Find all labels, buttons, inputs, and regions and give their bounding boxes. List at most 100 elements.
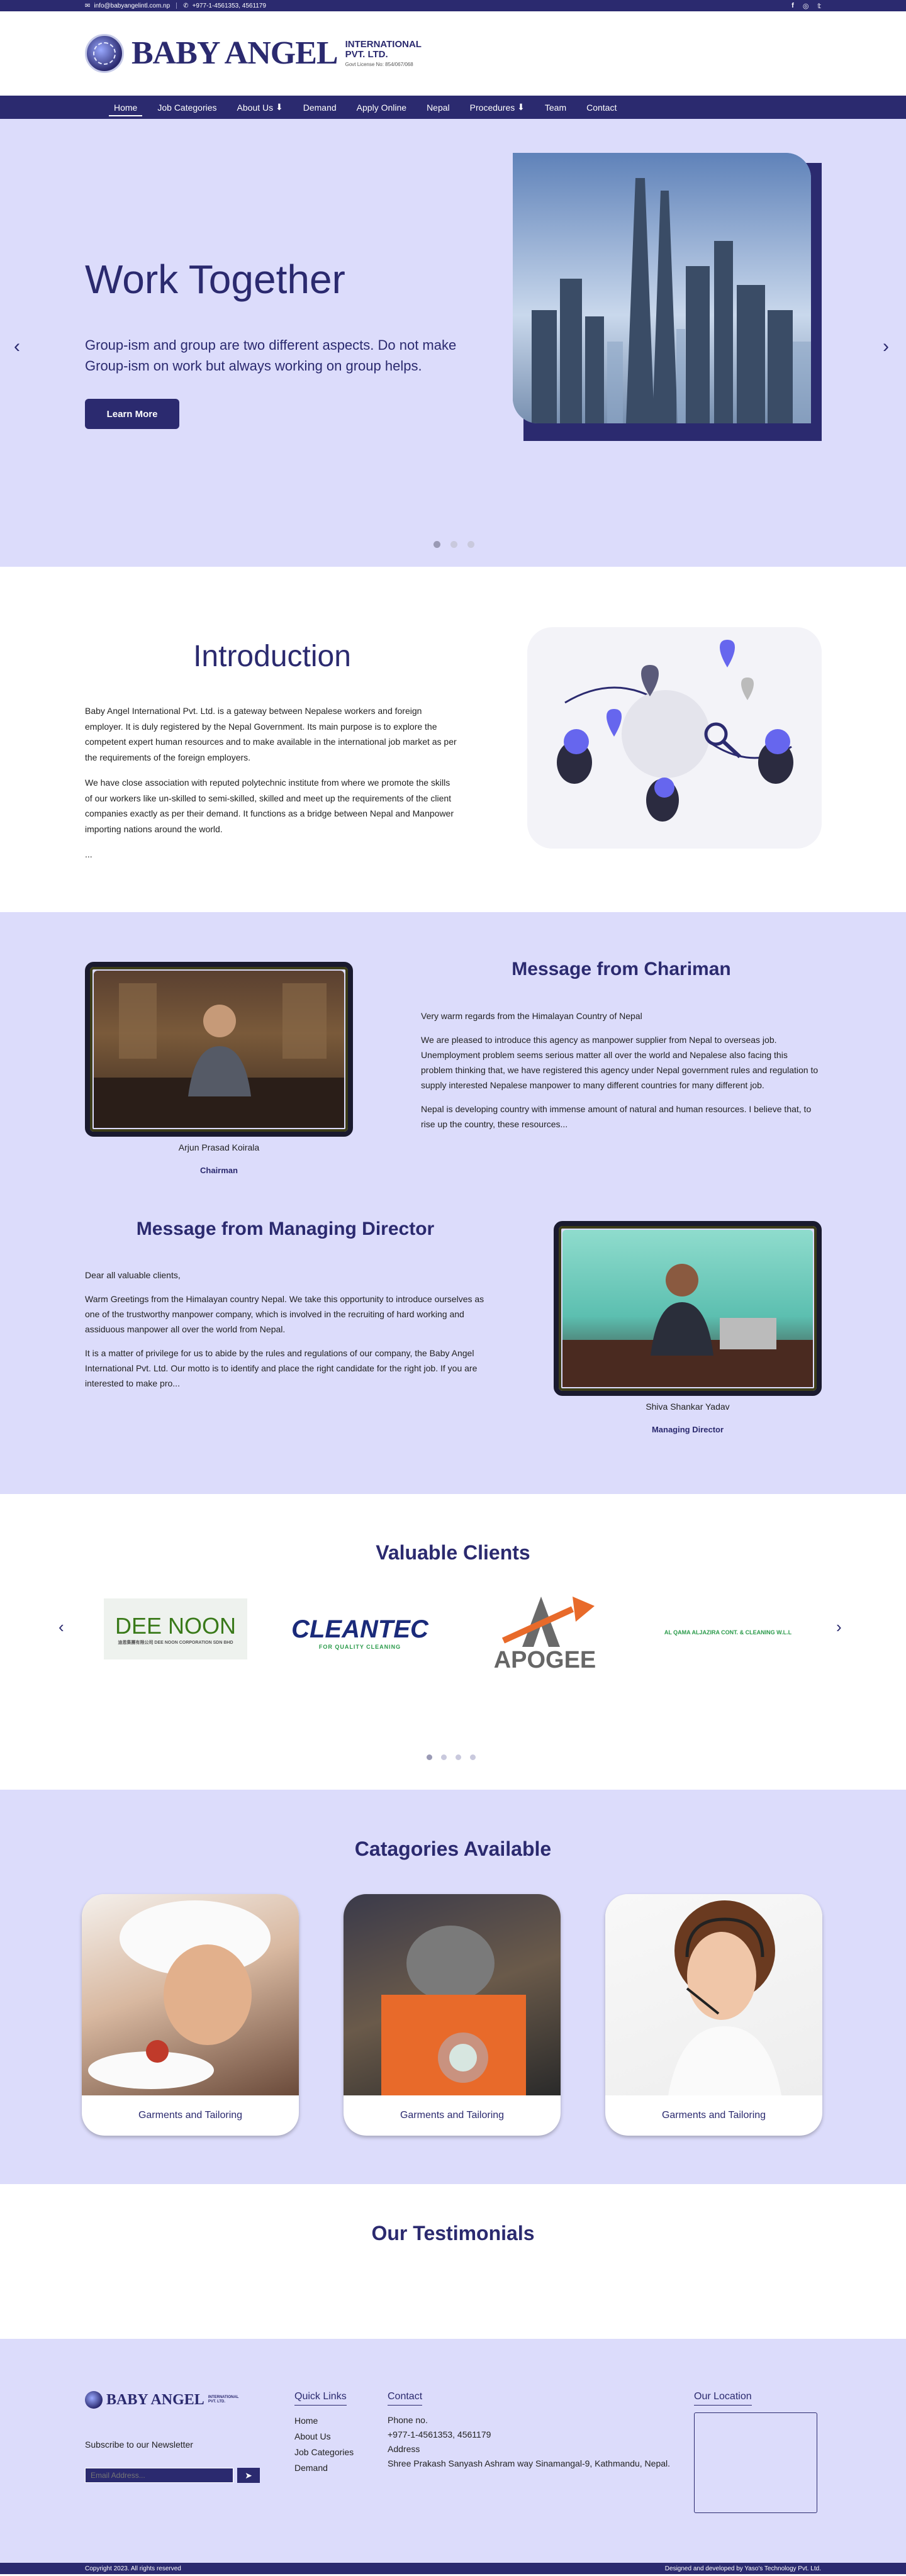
newsletter-email-input[interactable] xyxy=(85,2468,233,2483)
slide-dot[interactable] xyxy=(467,541,474,548)
apogee-arrow-icon xyxy=(501,1596,595,1647)
welder-illustration xyxy=(381,1926,526,2095)
slide-dot[interactable] xyxy=(456,1754,461,1760)
bottom-bar: Copyright 2023. All rights reserved Desi… xyxy=(0,2563,906,2574)
city-skyline-image xyxy=(513,153,811,423)
nav-team[interactable]: Team xyxy=(535,96,576,119)
slide-dot[interactable] xyxy=(441,1754,447,1760)
chairman-name: Arjun Prasad Koirala xyxy=(178,1142,260,1152)
address-label: Address xyxy=(388,2444,420,2454)
skyline-illustration xyxy=(513,153,811,423)
chairman-photo xyxy=(85,962,353,1137)
client-logo-dee-noon[interactable]: DEE NOON 迪恩集團有限公司 DEE NOON CORPORATION S… xyxy=(104,1598,247,1659)
person-silhouette xyxy=(94,983,344,1128)
chairman-paragraph: Nepal is developing country with immense… xyxy=(421,1104,812,1130)
slide-dot[interactable] xyxy=(427,1754,432,1760)
introduction-body: Baby Angel International Pvt. Ltd. is a … xyxy=(85,703,459,873)
brand-name: BABY ANGEL xyxy=(131,35,338,71)
introduction-section: Introduction Baby Angel International Pv… xyxy=(0,567,906,912)
mail-icon: ✉ xyxy=(85,2,91,9)
md-photo-image xyxy=(562,1230,813,1387)
email-text: info@babyangelintl.com.np xyxy=(94,2,171,9)
categories-section: Catagories Available Garments and Tailor… xyxy=(0,1790,906,2184)
client-logo-cleantec[interactable]: CLEANTEC FOR QUALITY CLEANING xyxy=(291,1601,428,1664)
phone-text: +977-1-4561353, 4561179 xyxy=(192,2,266,9)
client-logo-al-qama[interactable]: AL QAMA ALJAZIRA CONT. & CLEANING W.L.L xyxy=(656,1620,800,1645)
slide-dot[interactable] xyxy=(433,541,440,548)
nav-procedures-label: Procedures xyxy=(469,102,515,113)
newsletter-send-button[interactable]: ➤ xyxy=(237,2468,260,2483)
site-footer: BABY ANGEL INTERNATIONAL PVT. LTD. Subsc… xyxy=(0,2339,906,2563)
quick-links-list: Home About Us Job Categories Demand xyxy=(294,2413,354,2476)
chairman-message-title: Message from Chariman xyxy=(512,959,731,979)
clients-slide-dots xyxy=(427,1754,476,1760)
globe-logo-icon xyxy=(85,2391,103,2409)
md-message-title: Message from Managing Director xyxy=(136,1218,435,1239)
brand-line-1: INTERNATIONAL xyxy=(345,39,422,50)
footer-link-about-us[interactable]: About Us xyxy=(294,2429,354,2445)
nav-apply-online[interactable]: Apply Online xyxy=(347,96,417,119)
nav-contact[interactable]: Contact xyxy=(576,96,627,119)
category-card[interactable]: Garments and Tailoring xyxy=(344,1894,561,2136)
hero-text: Group-ism and group are two different as… xyxy=(85,337,457,374)
nav-demand[interactable]: Demand xyxy=(293,96,347,119)
nav-about-us[interactable]: About Us ⬇ xyxy=(227,96,293,119)
messages-section: Arjun Prasad Koirala Chairman Message fr… xyxy=(0,912,906,1494)
developer-credit[interactable]: Designed and developed by Yaso's Technol… xyxy=(665,2565,821,2572)
category-card[interactable]: Garments and Tailoring xyxy=(605,1894,822,2136)
intro-paragraph: We have close association with reputed p… xyxy=(85,778,454,834)
send-icon: ➤ xyxy=(245,2470,252,2480)
nav-home[interactable]: Home xyxy=(104,96,147,119)
clients-next-arrow[interactable]: › xyxy=(836,1617,842,1637)
hero-slider: ‹ Work Together Group-ism and group are … xyxy=(0,119,906,567)
hero-next-arrow[interactable]: › xyxy=(883,336,889,357)
contact-details: Phone no. +977-1-4561353, 4561179 Addres… xyxy=(388,2413,670,2471)
footer-link-home[interactable]: Home xyxy=(294,2413,354,2429)
call-center-illustration xyxy=(668,1900,781,2095)
call-center-image xyxy=(605,1894,822,2095)
site-header: BABY ANGEL INTERNATIONAL PVT. LTD. Govt … xyxy=(0,11,906,96)
address-value: Shree Prakash Sanyash Ashram way Sinaman… xyxy=(388,2458,671,2468)
phone-contact[interactable]: ✆ +977-1-4561353, 4561179 xyxy=(183,3,266,9)
location-map[interactable] xyxy=(694,2412,817,2513)
map-pins-illustration xyxy=(557,640,793,822)
footer-brand: BABY ANGEL xyxy=(106,2391,204,2408)
chef-illustration xyxy=(88,1900,271,2089)
footer-logo[interactable]: BABY ANGEL INTERNATIONAL PVT. LTD. xyxy=(85,2391,238,2409)
location-illustration xyxy=(527,627,822,849)
hero-title: Work Together xyxy=(85,257,345,302)
nav-nepal[interactable]: Nepal xyxy=(417,96,460,119)
clients-prev-arrow[interactable]: ‹ xyxy=(59,1617,64,1637)
chairman-message-body: Very warm regards from the Himalayan Cou… xyxy=(421,1008,822,1141)
testimonials-title: Our Testimonials xyxy=(371,2222,535,2244)
chairman-paragraph: We are pleased to introduce this agency … xyxy=(421,1035,819,1091)
hero-prev-arrow[interactable]: ‹ xyxy=(14,336,20,357)
twitter-icon[interactable]: 𝕥 xyxy=(817,2,821,10)
category-card[interactable]: Garments and Tailoring xyxy=(82,1894,299,2136)
client-logo-apogee[interactable]: APOGEE xyxy=(478,1587,612,1676)
client-logo-text: DEE NOON xyxy=(115,1612,237,1639)
slide-dot[interactable] xyxy=(470,1754,476,1760)
main-nav: Home Job Categories About Us ⬇ Demand Ap… xyxy=(0,96,906,119)
instagram-icon[interactable]: ◎ xyxy=(803,2,809,10)
footer-link-demand[interactable]: Demand xyxy=(294,2460,354,2476)
learn-more-button[interactable]: Learn More xyxy=(85,399,179,429)
phone-icon: ✆ xyxy=(183,2,189,9)
phone-value[interactable]: +977-1-4561353, 4561179 xyxy=(388,2428,670,2442)
md-photo xyxy=(554,1221,822,1396)
site-logo[interactable]: BABY ANGEL INTERNATIONAL PVT. LTD. Govt … xyxy=(85,34,422,73)
client-logo-text: APOGEE xyxy=(493,1646,596,1673)
email-contact[interactable]: ✉ info@babyangelintl.com.np xyxy=(85,3,170,9)
chef-image xyxy=(82,1894,299,2095)
introduction-title: Introduction xyxy=(193,640,351,673)
brand-subtitle: INTERNATIONAL PVT. LTD. Govt License No:… xyxy=(345,40,422,67)
md-role: Managing Director xyxy=(651,1425,724,1434)
facebook-icon[interactable]: f xyxy=(791,2,794,10)
client-logo-subtext: FOR QUALITY CLEANING xyxy=(318,1643,401,1650)
nav-job-categories[interactable]: Job Categories xyxy=(147,96,226,119)
md-paragraph: Warm Greetings from the Himalayan countr… xyxy=(85,1294,484,1335)
nav-procedures[interactable]: Procedures ⬇ xyxy=(460,96,535,119)
client-logo-subtext: 迪恩集團有限公司 DEE NOON CORPORATION SDN BHD xyxy=(118,1640,233,1645)
footer-link-job-categories[interactable]: Job Categories xyxy=(294,2445,354,2460)
slide-dot[interactable] xyxy=(450,541,457,548)
